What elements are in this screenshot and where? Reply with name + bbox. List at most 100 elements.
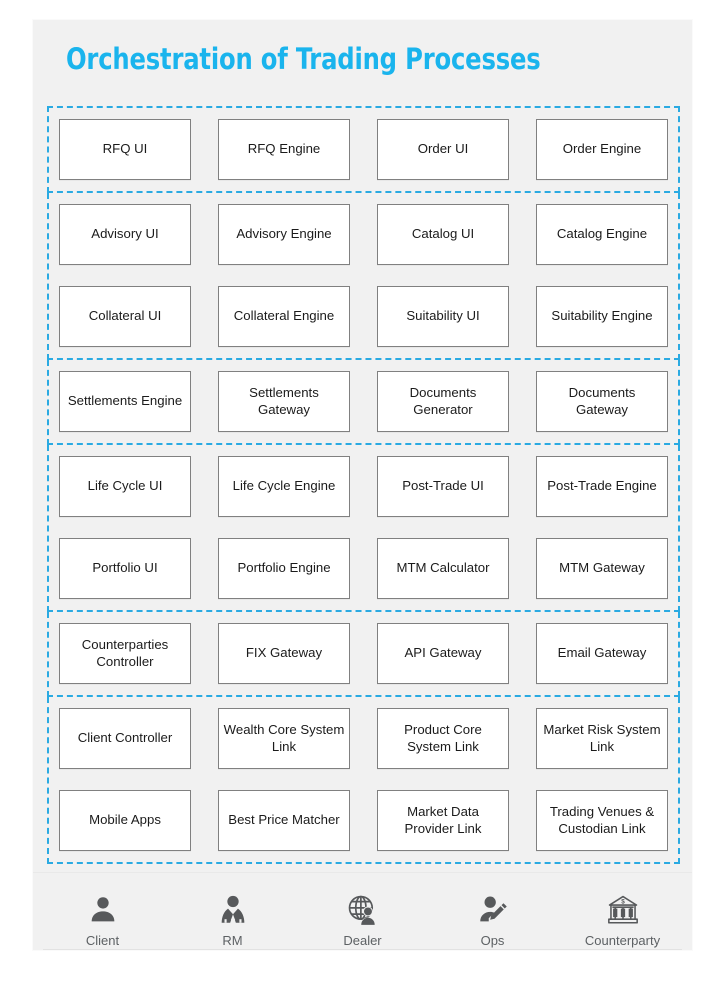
component-node-label: RFQ UI	[102, 141, 148, 157]
component-node[interactable]: Advisory UI	[59, 204, 191, 265]
component-node[interactable]: Best Price Matcher	[218, 790, 350, 851]
component-node[interactable]: Mobile Apps	[59, 790, 191, 851]
actor-label: Counterparty	[584, 933, 661, 948]
component-node[interactable]: Collateral Engine	[218, 286, 350, 347]
component-node-label: Trading Venues & Custodian Link	[549, 804, 655, 836]
node-row: Settlements Engine Settlements Gateway Doc…	[49, 371, 678, 432]
actor-item-counterparty[interactable]: $ Counterparty	[577, 887, 669, 948]
component-node[interactable]: Product Core System Link	[377, 708, 509, 769]
actor-label: Dealer	[343, 933, 382, 948]
component-node-label: MTM Calculator	[396, 560, 490, 576]
component-node-label: Settlements Gateway	[249, 385, 319, 417]
svg-text:$: $	[621, 899, 625, 906]
component-node-label: Post-Trade UI	[402, 478, 484, 494]
actor-label: Client	[85, 933, 120, 948]
actor-item-rm[interactable]: RM	[187, 887, 279, 948]
component-node-label: Suitability Engine	[551, 308, 653, 324]
component-node[interactable]: Trading Venues & Custodian Link	[536, 790, 668, 851]
actor-legend: Client RM Dealer Ops $ Counterparty	[33, 872, 692, 950]
component-node-label: Catalog UI	[411, 226, 475, 242]
component-node[interactable]: Email Gateway	[536, 623, 668, 684]
node-row: RFQ UI RFQ Engine Order UI Order Engine	[49, 119, 678, 180]
component-node[interactable]: RFQ UI	[59, 119, 191, 180]
component-node-label: Documents Gateway	[568, 385, 636, 417]
component-node[interactable]: Documents Gateway	[536, 371, 668, 432]
component-node-label: Portfolio Engine	[237, 560, 331, 576]
node-group: Client Controller Wealth Core System Link…	[47, 697, 680, 864]
component-node-label: API Gateway	[404, 645, 482, 661]
node-row: Advisory UI Advisory Engine Catalog UI Cata…	[49, 204, 678, 265]
actor-label: Ops	[480, 933, 505, 948]
component-node-label: Order UI	[417, 141, 469, 157]
component-node[interactable]: Post-Trade Engine	[536, 456, 668, 517]
component-node[interactable]: Settlements Engine	[59, 371, 191, 432]
component-node-label: Advisory UI	[91, 226, 159, 242]
node-row: Client Controller Wealth Core System Link…	[49, 708, 678, 769]
component-node-label: Order Engine	[562, 141, 642, 157]
component-node[interactable]: Counterparties Controller	[59, 623, 191, 684]
component-node[interactable]: Market Risk System Link	[536, 708, 668, 769]
page-title: Orchestration of Trading Processes	[66, 42, 541, 76]
component-node-label: Life Cycle Engine	[232, 478, 336, 494]
component-node-label: Documents Generator	[409, 385, 477, 417]
component-node-label: Market Data Provider Link	[404, 804, 482, 836]
person-pencil-icon	[476, 887, 510, 927]
component-node[interactable]: Catalog UI	[377, 204, 509, 265]
component-node-label: FIX Gateway	[245, 645, 323, 661]
component-node[interactable]: Order Engine	[536, 119, 668, 180]
component-node-label: Counterparties Controller	[81, 637, 169, 669]
component-node[interactable]: Life Cycle Engine	[218, 456, 350, 517]
node-group: Advisory UI Advisory Engine Catalog UI Cata…	[47, 193, 680, 360]
component-node-label: Client Controller	[77, 730, 173, 746]
component-node[interactable]: Portfolio UI	[59, 538, 191, 599]
component-node[interactable]: Life Cycle UI	[59, 456, 191, 517]
component-node[interactable]: Order UI	[377, 119, 509, 180]
component-node-label: MTM Gateway	[559, 560, 645, 576]
node-row: Portfolio UI Portfolio Engine MTM Calculat…	[49, 538, 678, 599]
component-node[interactable]: Market Data Provider Link	[377, 790, 509, 851]
component-node[interactable]: MTM Calculator	[377, 538, 509, 599]
actor-list: Client RM Dealer Ops $ Counterparty	[33, 887, 692, 948]
node-group: Life Cycle UI Life Cycle Engine Post-Trade…	[47, 445, 680, 612]
component-node[interactable]: Catalog Engine	[536, 204, 668, 265]
diagram-card: Orchestration of Trading Processes RFQ U…	[33, 20, 692, 950]
screenshot-canvas: Orchestration of Trading Processes RFQ U…	[0, 0, 724, 1000]
component-node[interactable]: Portfolio Engine	[218, 538, 350, 599]
person-icon	[86, 887, 120, 927]
component-node[interactable]: Advisory Engine	[218, 204, 350, 265]
node-row: Life Cycle UI Life Cycle Engine Post-Trade…	[49, 456, 678, 517]
actor-item-ops[interactable]: Ops	[447, 887, 539, 948]
component-node[interactable]: Suitability Engine	[536, 286, 668, 347]
component-node-label: Suitability UI	[406, 308, 480, 324]
component-node-label: Best Price Matcher	[228, 812, 340, 828]
component-node[interactable]: FIX Gateway	[218, 623, 350, 684]
bank-dollar-icon: $	[606, 887, 640, 927]
actor-item-client[interactable]: Client	[57, 887, 149, 948]
component-node-label: Collateral Engine	[233, 308, 335, 324]
component-node-label: Advisory Engine	[236, 226, 332, 242]
globe-person-icon	[346, 887, 380, 927]
component-node[interactable]: Documents Generator	[377, 371, 509, 432]
component-node[interactable]: API Gateway	[377, 623, 509, 684]
component-node-label: Catalog Engine	[556, 226, 648, 242]
component-node[interactable]: Wealth Core System Link	[218, 708, 350, 769]
component-node-label: Wealth Core System Link	[223, 722, 345, 754]
component-node[interactable]: MTM Gateway	[536, 538, 668, 599]
component-node[interactable]: Suitability UI	[377, 286, 509, 347]
actor-item-dealer[interactable]: Dealer	[317, 887, 409, 948]
actor-label: RM	[222, 933, 243, 948]
node-group: Counterparties Controller FIX Gateway API …	[47, 612, 680, 697]
component-node-label: RFQ Engine	[247, 141, 321, 157]
component-node[interactable]: RFQ Engine	[218, 119, 350, 180]
node-row: Counterparties Controller FIX Gateway API …	[49, 623, 678, 684]
footer-divider	[43, 949, 682, 950]
component-node[interactable]: Settlements Gateway	[218, 371, 350, 432]
node-row: Collateral UI Collateral Engine Suitabilit…	[49, 286, 678, 347]
component-node-label: Market Risk System Link	[543, 722, 661, 754]
component-node-label: Life Cycle UI	[87, 478, 163, 494]
component-node-label: Mobile Apps	[89, 812, 161, 828]
component-node[interactable]: Client Controller	[59, 708, 191, 769]
component-node[interactable]: Collateral UI	[59, 286, 191, 347]
node-group: RFQ UI RFQ Engine Order UI Order Engine	[47, 106, 680, 193]
component-node[interactable]: Post-Trade UI	[377, 456, 509, 517]
